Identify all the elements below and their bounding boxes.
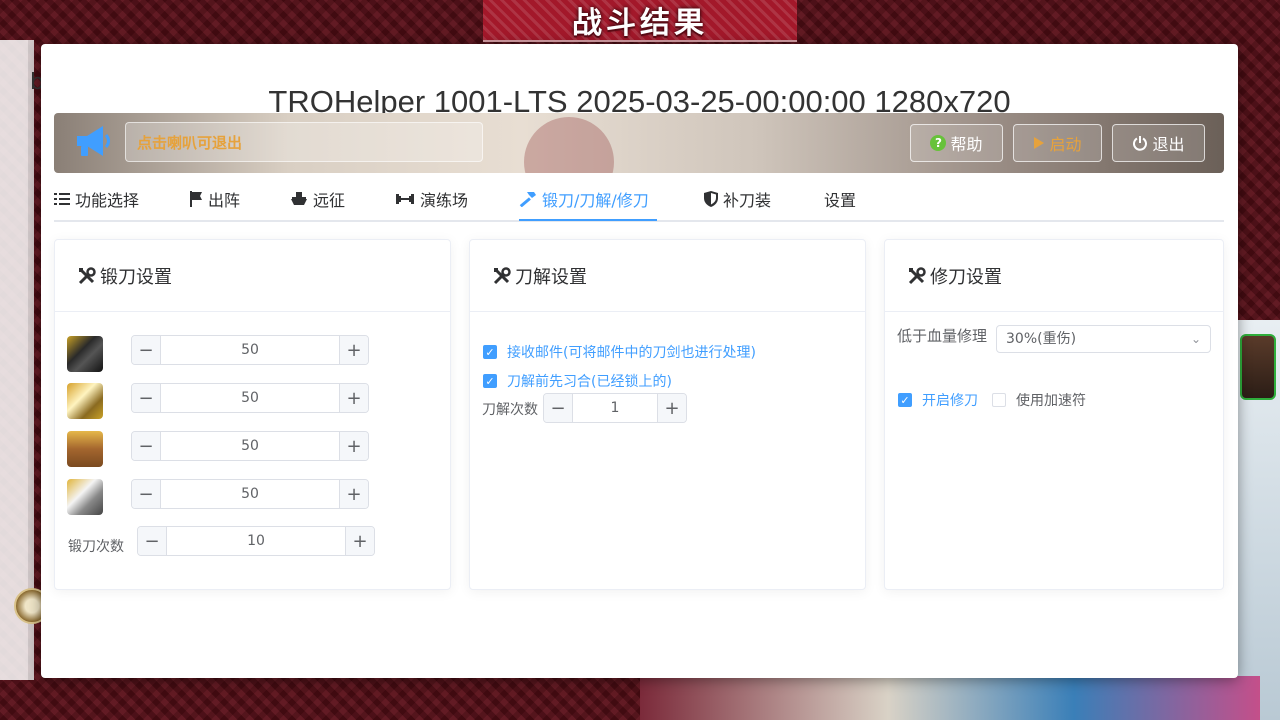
checkbox-label: 开启修刀 bbox=[922, 393, 978, 409]
game-background-left bbox=[0, 40, 42, 680]
accelerator-checkbox-box[interactable] bbox=[992, 393, 1006, 407]
checkbox-box[interactable]: ✓ bbox=[483, 345, 497, 359]
stepper-value[interactable]: 50 bbox=[161, 384, 339, 412]
helper-dialog: TROHelper 1001-LTS 2025-03-25-00:00:00 1… bbox=[41, 44, 1238, 678]
active-tab-indicator bbox=[519, 219, 657, 221]
increment-button[interactable]: + bbox=[657, 394, 686, 422]
decrement-button[interactable]: − bbox=[544, 394, 573, 422]
repair-settings-card: 修刀设置 低于血量修理 30%(重伤) ⌄ ✓ 开启修刀 使用加速符 bbox=[884, 239, 1224, 590]
question-icon: ? bbox=[930, 135, 947, 151]
help-button-label: 帮助 bbox=[950, 135, 983, 154]
tab-sortie[interactable]: 出阵 bbox=[189, 176, 240, 222]
tamahagane-icon bbox=[67, 383, 103, 419]
tab-settings[interactable]: 设置 bbox=[824, 176, 856, 222]
battle-result-banner: 战斗结果 bbox=[483, 0, 797, 42]
charcoal-stepper[interactable]: − 50 + bbox=[131, 335, 369, 365]
merge-first-checkbox[interactable]: ✓ 刀解前先习合(已经锁上的) bbox=[483, 371, 672, 391]
dumbbell-icon bbox=[396, 194, 414, 204]
tamahagane-stepper[interactable]: − 50 + bbox=[131, 383, 369, 413]
chevron-down-icon: ⌄ bbox=[1190, 332, 1201, 346]
card-title: 锻刀设置 bbox=[100, 266, 172, 288]
list-icon bbox=[54, 193, 70, 205]
tools-icon bbox=[493, 266, 511, 284]
shield-icon bbox=[704, 191, 718, 207]
tab-label: 出阵 bbox=[208, 191, 241, 210]
tools-icon bbox=[78, 266, 96, 284]
decrement-button[interactable]: − bbox=[138, 527, 167, 555]
card-title: 修刀设置 bbox=[930, 266, 1002, 288]
decrement-button[interactable]: − bbox=[132, 336, 161, 364]
character-portrait bbox=[1240, 334, 1276, 400]
card-header: 锻刀设置 bbox=[55, 240, 450, 312]
checkbox-label: 使用加速符 bbox=[1016, 393, 1086, 409]
exit-hint-text: 点击喇叭可退出 bbox=[125, 122, 483, 162]
stepper-value[interactable]: 50 bbox=[161, 480, 339, 508]
whetstone-icon bbox=[67, 479, 103, 515]
tab-label: 补刀装 bbox=[723, 191, 772, 210]
tab-expedition[interactable]: 远征 bbox=[290, 176, 345, 222]
repair-threshold-select[interactable]: 30%(重伤) ⌄ bbox=[996, 325, 1211, 353]
whetstone-stepper[interactable]: − 50 + bbox=[131, 479, 369, 509]
start-button[interactable]: 启动 bbox=[1013, 124, 1102, 162]
stepper-value[interactable]: 10 bbox=[167, 527, 345, 555]
megaphone-icon[interactable] bbox=[73, 121, 113, 161]
tab-label: 远征 bbox=[313, 191, 346, 210]
tab-label: 演练场 bbox=[420, 191, 469, 210]
decrement-button[interactable]: − bbox=[132, 480, 161, 508]
hammer-icon bbox=[519, 192, 536, 207]
power-icon bbox=[1133, 136, 1148, 151]
enable-repair-checkbox[interactable]: ✓ 开启修刀 使用加速符 bbox=[898, 390, 1086, 410]
checkbox-label: 接收邮件(可将邮件中的刀剑也进行处理) bbox=[507, 345, 756, 361]
increment-button[interactable]: + bbox=[339, 384, 368, 412]
card-header: 刀解设置 bbox=[470, 240, 865, 312]
banner-art bbox=[524, 117, 614, 173]
dismantle-settings-card: 刀解设置 ✓ 接收邮件(可将邮件中的刀剑也进行处理) ✓ 刀解前先习合(已经锁上… bbox=[469, 239, 866, 590]
stepper-value[interactable]: 1 bbox=[573, 394, 657, 422]
increment-button[interactable]: + bbox=[345, 527, 374, 555]
receive-mail-checkbox[interactable]: ✓ 接收邮件(可将邮件中的刀剑也进行处理) bbox=[483, 342, 756, 362]
tab-practice[interactable]: 演练场 bbox=[395, 176, 468, 222]
repair-threshold-label: 低于血量修理 bbox=[897, 327, 988, 345]
exit-button-label: 退出 bbox=[1152, 135, 1185, 154]
flag-icon bbox=[190, 191, 202, 207]
tab-label: 锻刀/刀解/修刀 bbox=[542, 191, 649, 210]
play-icon bbox=[1034, 137, 1045, 149]
tab-label: 功能选择 bbox=[75, 191, 140, 210]
checkbox-box[interactable]: ✓ bbox=[483, 374, 497, 388]
exit-button[interactable]: 退出 bbox=[1112, 124, 1205, 162]
tab-label: 设置 bbox=[824, 191, 857, 210]
coolant-icon bbox=[67, 431, 103, 467]
dismantle-count-stepper[interactable]: − 1 + bbox=[543, 393, 687, 423]
card-title: 刀解设置 bbox=[515, 266, 587, 288]
decrement-button[interactable]: − bbox=[132, 384, 161, 412]
checkbox-box[interactable]: ✓ bbox=[898, 393, 912, 407]
tab-equipment[interactable]: 补刀装 bbox=[704, 176, 771, 222]
charcoal-icon bbox=[67, 336, 103, 372]
tab-bar: 功能选择 出阵 远征 演练场 锻刀/刀解/修刀 补刀装 设置 bbox=[54, 176, 1224, 222]
help-button[interactable]: ? 帮助 bbox=[910, 124, 1003, 162]
stepper-value[interactable]: 50 bbox=[161, 336, 339, 364]
increment-button[interactable]: + bbox=[339, 480, 368, 508]
dismantle-count-label: 刀解次数 bbox=[482, 402, 538, 418]
forge-settings-card: 锻刀设置 − 50 + − 50 + − 50 + − 50 + 锻刀次数 − … bbox=[54, 239, 451, 590]
header-banner: 点击喇叭可退出 ? 帮助 启动 退出 bbox=[54, 113, 1224, 173]
game-background-bottom bbox=[640, 676, 1260, 720]
decrement-button[interactable]: − bbox=[132, 432, 161, 460]
select-value: 30%(重伤) bbox=[1006, 331, 1077, 347]
start-button-label: 启动 bbox=[1049, 135, 1082, 154]
tab-forge[interactable]: 锻刀/刀解/修刀 bbox=[519, 176, 649, 222]
tab-function-select[interactable]: 功能选择 bbox=[54, 176, 139, 222]
forge-count-stepper[interactable]: − 10 + bbox=[137, 526, 375, 556]
forge-count-label: 锻刀次数 bbox=[68, 539, 124, 555]
ship-icon bbox=[291, 192, 307, 205]
increment-button[interactable]: + bbox=[339, 432, 368, 460]
coolant-stepper[interactable]: − 50 + bbox=[131, 431, 369, 461]
tools-icon bbox=[908, 266, 926, 284]
increment-button[interactable]: + bbox=[339, 336, 368, 364]
stepper-value[interactable]: 50 bbox=[161, 432, 339, 460]
card-header: 修刀设置 bbox=[885, 240, 1223, 312]
checkbox-label: 刀解前先习合(已经锁上的) bbox=[507, 374, 672, 390]
